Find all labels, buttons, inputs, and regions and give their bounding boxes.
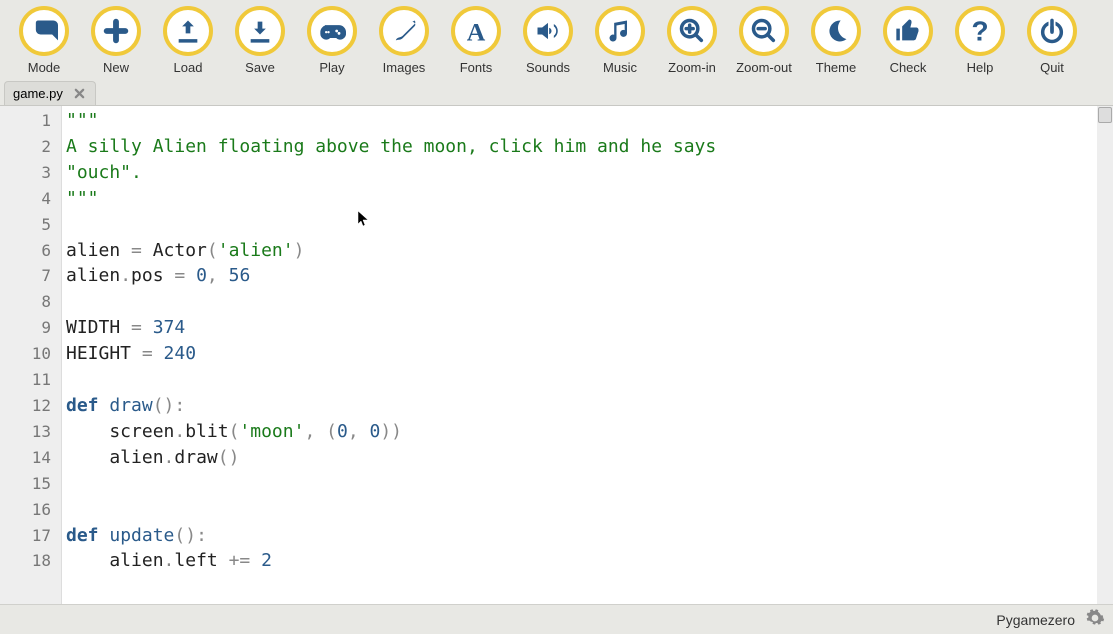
download-icon <box>235 6 285 56</box>
zoom-out-icon <box>739 6 789 56</box>
zoom-in-button[interactable]: Zoom-in <box>656 6 728 75</box>
gamepad-icon <box>307 6 357 56</box>
music-button[interactable]: Music <box>584 6 656 75</box>
gear-icon[interactable] <box>1085 608 1105 631</box>
line-number: 7 <box>0 263 61 289</box>
mode-label: Mode <box>28 60 61 75</box>
line-number: 18 <box>0 548 61 574</box>
line-number: 8 <box>0 289 61 315</box>
fonts-button[interactable]: A Fonts <box>440 6 512 75</box>
sounds-button[interactable]: Sounds <box>512 6 584 75</box>
code-line: """ <box>66 108 1097 134</box>
images-button[interactable]: Images <box>368 6 440 75</box>
theme-button[interactable]: Theme <box>800 6 872 75</box>
zoom-out-label: Zoom-out <box>736 60 792 75</box>
line-number: 3 <box>0 160 61 186</box>
new-button[interactable]: New <box>80 6 152 75</box>
line-number: 17 <box>0 523 61 549</box>
moon-icon <box>811 6 861 56</box>
zoom-out-button[interactable]: Zoom-out <box>728 6 800 75</box>
line-number: 11 <box>0 367 61 393</box>
quit-label: Quit <box>1040 60 1064 75</box>
plus-icon <box>91 6 141 56</box>
status-mode-label: Pygamezero <box>996 612 1075 628</box>
code-line <box>66 471 1097 497</box>
font-icon: A <box>451 6 501 56</box>
line-number: 16 <box>0 497 61 523</box>
fonts-label: Fonts <box>460 60 493 75</box>
line-number: 15 <box>0 471 61 497</box>
svg-text:A: A <box>467 17 486 45</box>
code-line <box>66 289 1097 315</box>
mode-button[interactable]: Mode <box>8 6 80 75</box>
code-line: alien.pos = 0, 56 <box>66 263 1097 289</box>
code-line: WIDTH = 374 <box>66 315 1097 341</box>
line-number: 9 <box>0 315 61 341</box>
check-button[interactable]: Check <box>872 6 944 75</box>
brush-icon <box>379 6 429 56</box>
theme-label: Theme <box>816 60 856 75</box>
load-label: Load <box>174 60 203 75</box>
load-button[interactable]: Load <box>152 6 224 75</box>
play-label: Play <box>319 60 344 75</box>
sounds-label: Sounds <box>526 60 570 75</box>
code-line <box>66 497 1097 523</box>
music-label: Music <box>603 60 637 75</box>
code-area[interactable]: """A silly Alien floating above the moon… <box>62 106 1097 604</box>
thumbs-up-icon <box>883 6 933 56</box>
volume-icon <box>523 6 573 56</box>
vertical-scrollbar[interactable] <box>1097 106 1113 604</box>
code-line: screen.blit('moon', (0, 0)) <box>66 419 1097 445</box>
line-number: 13 <box>0 419 61 445</box>
toolbar: Mode New Load Save Play Images A Fonts Sounds Mus… <box>0 0 1113 77</box>
tab-bar: game.py <box>0 81 1113 106</box>
check-label: Check <box>890 60 927 75</box>
code-line: HEIGHT = 240 <box>66 341 1097 367</box>
line-number: 4 <box>0 186 61 212</box>
tab-game-py[interactable]: game.py <box>4 81 96 105</box>
help-label: Help <box>967 60 994 75</box>
code-line: """ <box>66 186 1097 212</box>
play-button[interactable]: Play <box>296 6 368 75</box>
code-line: alien.draw() <box>66 445 1097 471</box>
power-icon <box>1027 6 1077 56</box>
new-label: New <box>103 60 129 75</box>
code-line: def update(): <box>66 523 1097 549</box>
upload-icon <box>163 6 213 56</box>
close-icon[interactable] <box>73 87 87 101</box>
zoom-in-label: Zoom-in <box>668 60 716 75</box>
code-line: def draw(): <box>66 393 1097 419</box>
line-number-gutter: 123456789101112131415161718 <box>0 106 62 604</box>
zoom-in-icon <box>667 6 717 56</box>
save-label: Save <box>245 60 275 75</box>
question-icon: ? <box>955 6 1005 56</box>
save-button[interactable]: Save <box>224 6 296 75</box>
status-bar: Pygamezero <box>0 604 1113 634</box>
code-line: A silly Alien floating above the moon, c… <box>66 134 1097 160</box>
line-number: 6 <box>0 238 61 264</box>
code-line: alien.left += 2 <box>66 548 1097 574</box>
scrollbar-thumb[interactable] <box>1098 107 1112 123</box>
tab-label: game.py <box>13 86 63 101</box>
line-number: 14 <box>0 445 61 471</box>
quit-button[interactable]: Quit <box>1016 6 1088 75</box>
line-number: 1 <box>0 108 61 134</box>
images-label: Images <box>383 60 426 75</box>
line-number: 10 <box>0 341 61 367</box>
svg-text:?: ? <box>971 17 988 45</box>
code-line <box>66 367 1097 393</box>
code-line <box>66 212 1097 238</box>
code-editor[interactable]: 123456789101112131415161718 """A silly A… <box>0 106 1113 604</box>
mode-icon <box>19 6 69 56</box>
code-line: "ouch". <box>66 160 1097 186</box>
line-number: 5 <box>0 212 61 238</box>
line-number: 2 <box>0 134 61 160</box>
line-number: 12 <box>0 393 61 419</box>
code-line: alien = Actor('alien') <box>66 238 1097 264</box>
music-icon <box>595 6 645 56</box>
help-button[interactable]: ? Help <box>944 6 1016 75</box>
